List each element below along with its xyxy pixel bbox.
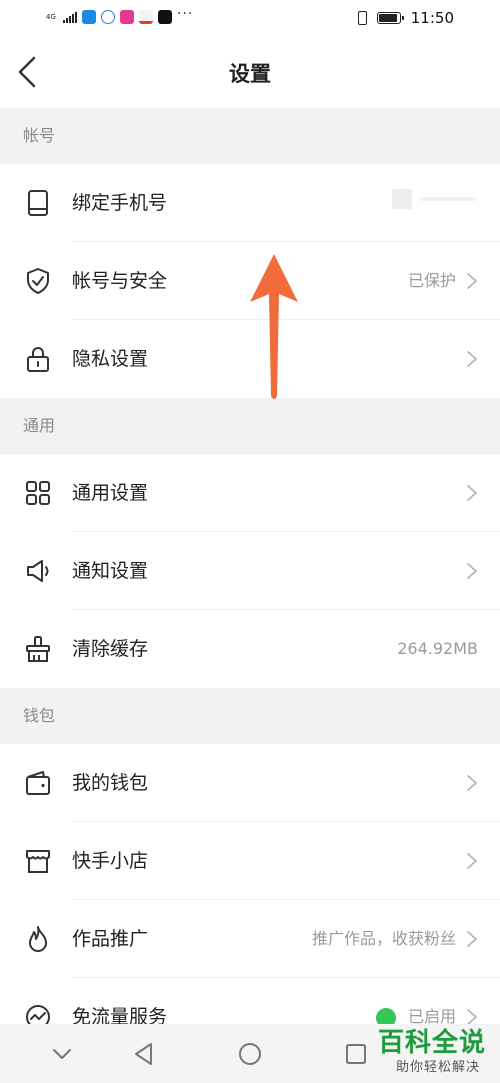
- network-type: 4G: [46, 12, 56, 21]
- row-label: 帐号与安全: [72, 270, 168, 292]
- app-notification-icon: [158, 10, 172, 24]
- settings-row-bind-phone[interactable]: 绑定手机号: [0, 164, 500, 242]
- app-notification-icon: [139, 10, 153, 24]
- broom-icon: [26, 636, 50, 662]
- row-label: 作品推广: [72, 928, 149, 950]
- chevron-right-icon: [467, 563, 477, 579]
- row-value: 264.92MB: [397, 639, 478, 658]
- app-notification-icon: [120, 10, 134, 24]
- nav-back-button[interactable]: [130, 1040, 158, 1068]
- app-notification-icon: [101, 10, 115, 24]
- watermark-title: 百科全说: [377, 1028, 486, 1058]
- annotation-arrow-icon: [250, 254, 298, 399]
- signal-icon: [63, 11, 77, 23]
- row-label: 我的钱包: [72, 772, 149, 794]
- chevron-right-icon: [467, 775, 477, 791]
- wallet-icon: [26, 771, 50, 795]
- more-notifications-icon: ···: [177, 6, 194, 22]
- watermark-subtitle: 助你轻松解决: [395, 1060, 480, 1075]
- nav-home-button[interactable]: [236, 1040, 264, 1068]
- chevron-right-icon: [467, 931, 477, 947]
- section-header-general: 通用: [0, 398, 500, 454]
- shield-check-icon: [27, 268, 49, 294]
- speaker-icon: [27, 560, 49, 582]
- settings-row-notifications[interactable]: 通知设置: [0, 532, 500, 610]
- battery-icon: [376, 12, 404, 24]
- row-label: 绑定手机号: [72, 192, 168, 214]
- chevron-right-icon: [467, 853, 477, 869]
- row-label: 通用设置: [72, 482, 149, 504]
- masked-phone-number: [420, 197, 476, 201]
- chevron-right-icon: [467, 273, 477, 289]
- status-bar-left: 4G ···: [46, 6, 193, 24]
- status-time: 11:50: [410, 9, 454, 27]
- row-value: 推广作品，收获粉丝: [311, 929, 456, 948]
- section-header-account: 帐号: [0, 108, 500, 164]
- settings-row-general[interactable]: 通用设置: [0, 454, 500, 532]
- flame-icon: [29, 926, 47, 952]
- navigation-header: 设置: [0, 38, 500, 108]
- status-bar: 4G ··· 11:50: [0, 0, 500, 38]
- hide-keyboard-button[interactable]: [48, 1040, 76, 1068]
- row-label: 通知设置: [72, 560, 149, 582]
- row-label: 清除缓存: [72, 638, 149, 660]
- store-icon: [26, 850, 50, 873]
- settings-row-shop[interactable]: 快手小店: [0, 822, 500, 900]
- watermark-logo: 百科全说 助你轻松解决: [374, 1022, 486, 1078]
- row-label: 快手小店: [72, 850, 149, 872]
- chevron-right-icon: [467, 351, 477, 367]
- phone-icon: [28, 190, 48, 216]
- chevron-right-icon: [467, 485, 477, 501]
- settings-screen: 4G ··· 11:50 设置 帐号 绑定手机号 帐号与安全 已保护 隐私设置 …: [0, 0, 500, 1083]
- section-header-wallet: 钱包: [0, 688, 500, 744]
- vibrate-icon: [357, 11, 367, 25]
- row-label: 隐私设置: [72, 348, 149, 370]
- app-notification-icon: [82, 10, 96, 24]
- masked-phone-number: [392, 189, 412, 209]
- page-title: 设置: [229, 62, 271, 86]
- lock-icon: [27, 347, 49, 372]
- settings-row-clear-cache[interactable]: 清除缓存 264.92MB: [0, 610, 500, 688]
- settings-row-my-wallet[interactable]: 我的钱包: [0, 744, 500, 822]
- settings-row-promotion[interactable]: 作品推广 推广作品，收获粉丝: [0, 900, 500, 978]
- nav-recents-button[interactable]: [342, 1040, 370, 1068]
- grid-icon: [26, 481, 50, 505]
- row-value: 已保护: [407, 271, 456, 290]
- status-bar-right: 11:50: [357, 9, 454, 27]
